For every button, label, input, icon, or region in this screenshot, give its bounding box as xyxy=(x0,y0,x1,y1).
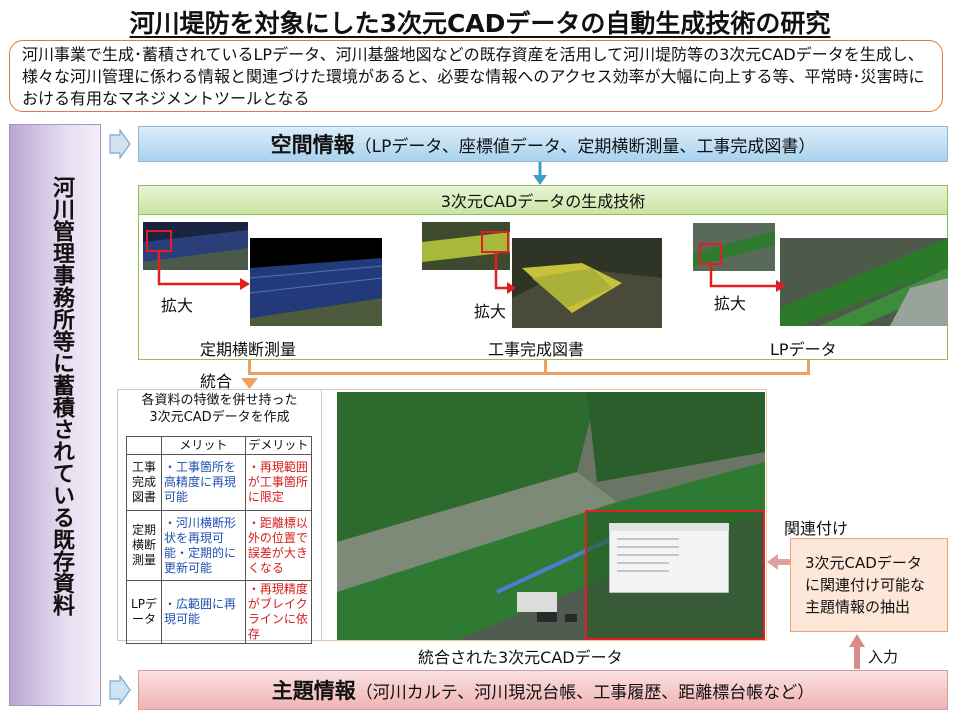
feature-comparison-table: メリット デメリット 工事完成図書 ・工事箇所を高精度に再現可能 ・再現範囲が工… xyxy=(126,436,313,644)
input-label: 入力 xyxy=(868,648,899,666)
item-label-cross-section: 定期横断測量 xyxy=(200,340,297,359)
integrated-data-label: 統合された3次元CADデータ xyxy=(418,648,623,667)
spatial-info-detail: （LPデータ、座標値データ、定期横断測量、工事完成図書） xyxy=(354,136,816,157)
generation-header: 3次元CADデータの生成技術 xyxy=(138,185,948,215)
zoom-marker xyxy=(146,230,172,252)
thematic-info-title: 主題情報 xyxy=(271,679,356,703)
item-label-lp: LPデータ xyxy=(770,340,837,359)
row-demerit: ・再現精度がブレイクラインに依存 xyxy=(244,580,313,644)
zoom-marker xyxy=(481,231,509,253)
cross-section-zoom-image xyxy=(250,238,382,326)
zoom-label: 拡大 xyxy=(474,302,507,321)
row-merit: ・河川横断形状を再現可能・定期的に更新可能 xyxy=(161,510,246,581)
extraction-box: 3次元CADデータに関連付け可能な主題情報の抽出 xyxy=(790,538,948,632)
thematic-info-bar: 主題情報 （河川カルテ、河川現況台帳、工事履歴、距離標台帳など） xyxy=(138,670,948,710)
header-demerit: デメリット xyxy=(244,436,313,455)
link-label: 関連付け xyxy=(784,519,849,538)
lp-zoom-image xyxy=(780,238,948,326)
table-corner xyxy=(126,436,162,455)
intro-text: 河川事業で生成･蓄積されているLPデータ、河川基盤地図などの既存資産を活用して河… xyxy=(9,40,943,112)
info-popup-image xyxy=(609,523,729,593)
header-merit: メリット xyxy=(161,436,246,455)
zoom-label: 拡大 xyxy=(161,296,194,315)
table-row: LPデータ ・広範囲に再現可能 ・再現精度がブレイクラインに依存 xyxy=(126,580,313,644)
connector-line xyxy=(248,372,810,375)
zoom-arrow-icon xyxy=(157,252,250,290)
item-label-construction: 工事完成図書 xyxy=(488,340,585,359)
arrow-down-icon xyxy=(241,378,258,389)
chevron-right-icon xyxy=(109,129,131,159)
zoom-marker xyxy=(699,243,722,265)
row-demerit: ・距離標以外の位置で誤差が大きくなる xyxy=(244,510,313,581)
row-demerit: ・再現範囲が工事箇所に限定 xyxy=(244,454,313,511)
table-caption-line1: 各資料の特徴を併せ持った xyxy=(141,393,298,408)
row-merit: ・広範囲に再現可能 xyxy=(161,580,246,644)
row-name: LPデータ xyxy=(126,580,162,644)
construction-zoom-image xyxy=(512,238,662,328)
row-merit: ・工事箇所を高精度に再現可能 xyxy=(161,454,246,511)
row-name: 定期横断測量 xyxy=(126,510,162,581)
row-name: 工事完成図書 xyxy=(126,454,162,511)
table-caption-line2: 3次元CADデータを作成 xyxy=(149,410,290,425)
table-row: 工事完成図書 ・工事箇所を高精度に再現可能 ・再現範囲が工事箇所に限定 xyxy=(126,454,313,511)
extraction-text: 3次元CADデータに関連付け可能な主題情報の抽出 xyxy=(805,554,926,616)
chevron-right-icon xyxy=(109,675,131,705)
zoom-arrow-icon xyxy=(494,252,516,294)
page-title: 河川堤防を対象にした3次元CADデータの自動生成技術の研究 xyxy=(129,9,831,38)
table-row: 定期横断測量 ・河川横断形状を再現可能・定期的に更新可能 ・距離標以外の位置で誤… xyxy=(126,510,313,581)
spatial-info-bar: 空間情報 （LPデータ、座標値データ、定期横断測量、工事完成図書） xyxy=(138,126,948,162)
arrow-up-icon xyxy=(849,634,865,669)
table-caption: 各資料の特徴を併せ持った 3次元CADデータを作成 xyxy=(117,392,322,426)
sidebar-label: 河川管理事務所等に蓄積されている既存資料 xyxy=(49,176,74,616)
spatial-info-title: 空間情報 xyxy=(270,133,355,157)
arrow-down-icon xyxy=(533,162,547,185)
thematic-info-detail: （河川カルテ、河川現況台帳、工事履歴、距離標台帳など） xyxy=(355,682,815,703)
arrow-left-icon xyxy=(767,554,792,570)
zoom-label: 拡大 xyxy=(714,294,747,313)
